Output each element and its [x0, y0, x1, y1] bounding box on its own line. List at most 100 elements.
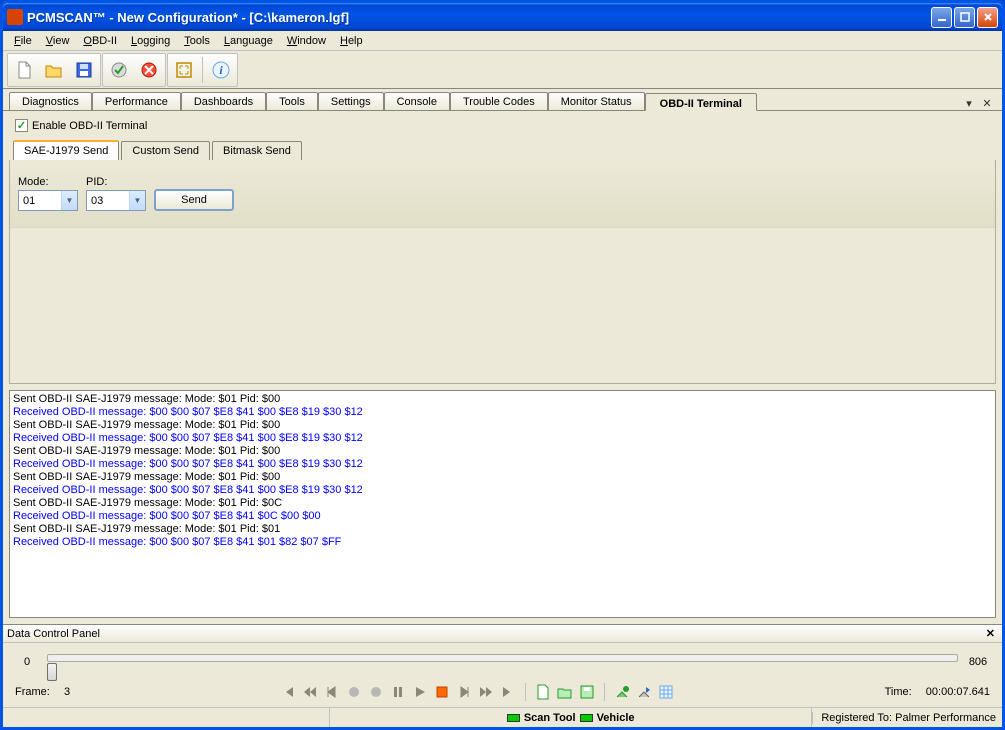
status-scan-tool: Scan Tool [524, 712, 576, 724]
enable-terminal-checkbox[interactable]: ✓ [15, 119, 28, 132]
tab-trouble-codes[interactable]: Trouble Codes [450, 92, 548, 110]
statusbar: Scan Tool Vehicle Registered To: Palmer … [3, 707, 1002, 727]
chevron-down-icon: ▼ [129, 191, 145, 210]
connect-button[interactable] [105, 56, 133, 84]
tab-dashboards[interactable]: Dashboards [181, 92, 266, 110]
time-label: Time: [885, 686, 912, 698]
menu-tools[interactable]: Tools [177, 33, 217, 49]
rewind-button[interactable] [301, 683, 319, 701]
slider-max: 806 [966, 656, 990, 668]
tab-diagnostics[interactable]: Diagnostics [9, 92, 92, 110]
tab-menu-button[interactable]: ▾ [962, 96, 976, 110]
log-received-line: Received OBD-II message: $00 $00 $07 $E8… [13, 510, 992, 523]
slider-min: 0 [15, 656, 39, 668]
add-marker-button[interactable] [613, 683, 631, 701]
log-received-line: Received OBD-II message: $00 $00 $07 $E8… [13, 432, 992, 445]
log-sent-line: Sent OBD-II SAE-J1979 message: Mode: $01… [13, 497, 992, 510]
log-sent-line: Sent OBD-II SAE-J1979 message: Mode: $01… [13, 471, 992, 484]
new-log-button[interactable] [534, 683, 552, 701]
info-button[interactable]: i [207, 56, 235, 84]
slider-thumb[interactable] [47, 663, 57, 681]
chevron-down-icon: ▼ [61, 191, 77, 210]
pid-combo[interactable]: 03 ▼ [86, 190, 146, 211]
app-window: PCMSCAN™ - New Configuration* - [C:\kame… [0, 0, 1005, 730]
scan-tool-led [507, 714, 520, 722]
send-subtabs: SAE-J1979 SendCustom SendBitmask Send [9, 138, 996, 160]
close-button[interactable] [977, 7, 998, 28]
status-vehicle: Vehicle [597, 712, 635, 724]
mode-combo[interactable]: 01 ▼ [18, 190, 78, 211]
tab-tools[interactable]: Tools [266, 92, 318, 110]
main-tabstrip: DiagnosticsPerformanceDashboardsToolsSet… [3, 89, 1002, 111]
step-fwd-button[interactable] [455, 683, 473, 701]
menu-logging[interactable]: Logging [124, 33, 177, 49]
log-received-line: Received OBD-II message: $00 $00 $07 $E8… [13, 406, 992, 419]
data-control-panel: Data Control Panel ✕ 0 806 Frame: 3 [3, 624, 1002, 707]
menu-view[interactable]: View [39, 33, 77, 49]
minimize-button[interactable] [931, 7, 952, 28]
log-sent-line: Sent OBD-II SAE-J1979 message: Mode: $01… [13, 445, 992, 458]
log-sent-line: Sent OBD-II SAE-J1979 message: Mode: $01… [13, 523, 992, 536]
toolbar: i [3, 51, 1002, 89]
tab-performance[interactable]: Performance [92, 92, 181, 110]
menu-obd-ii[interactable]: OBD-II [76, 33, 124, 49]
open-file-button[interactable] [40, 56, 68, 84]
vehicle-led [580, 714, 593, 722]
terminal-log[interactable]: Sent OBD-II SAE-J1979 message: Mode: $01… [9, 390, 996, 619]
menu-file[interactable]: File [7, 33, 39, 49]
disconnect-button[interactable] [135, 56, 163, 84]
terminal-panel: ✓ Enable OBD-II Terminal SAE-J1979 SendC… [3, 111, 1002, 624]
frame-slider[interactable] [47, 651, 958, 673]
menu-help[interactable]: Help [333, 33, 370, 49]
status-registered: Registered To: Palmer Performance [812, 712, 996, 724]
save-file-button[interactable] [70, 56, 98, 84]
grid-button[interactable] [657, 683, 675, 701]
fast-fwd-button[interactable] [477, 683, 495, 701]
subtab-sae-j1979-send[interactable]: SAE-J1979 Send [13, 140, 119, 161]
app-icon [7, 9, 23, 25]
frame-value: 3 [64, 686, 70, 698]
step-back-button[interactable] [323, 683, 341, 701]
log-received-line: Received OBD-II message: $00 $00 $07 $E8… [13, 484, 992, 497]
titlebar: PCMSCAN™ - New Configuration* - [C:\kame… [3, 3, 1002, 31]
log-sent-line: Sent OBD-II SAE-J1979 message: Mode: $01… [13, 419, 992, 432]
tab-obd-ii-terminal[interactable]: OBD-II Terminal [645, 93, 757, 111]
skip-end-button[interactable] [499, 683, 517, 701]
tab-monitor-status[interactable]: Monitor Status [548, 92, 645, 110]
dcp-title: Data Control Panel [7, 628, 100, 640]
record2-button[interactable] [367, 683, 385, 701]
window-title: PCMSCAN™ - New Configuration* - [C:\kame… [27, 10, 931, 25]
skip-start-button[interactable] [279, 683, 297, 701]
mode-value: 01 [23, 195, 35, 207]
maximize-button[interactable] [954, 7, 975, 28]
open-log-button[interactable] [556, 683, 574, 701]
subtab-custom-send[interactable]: Custom Send [121, 141, 210, 160]
menu-language[interactable]: Language [217, 33, 280, 49]
time-value: 00:00:07.641 [926, 686, 990, 698]
subtab-bitmask-send[interactable]: Bitmask Send [212, 141, 302, 160]
tab-console[interactable]: Console [384, 92, 450, 110]
log-received-line: Received OBD-II message: $00 $00 $07 $E8… [13, 536, 992, 549]
tab-settings[interactable]: Settings [318, 92, 384, 110]
send-panel: Mode: 01 ▼ PID: 03 ▼ Send [10, 160, 995, 228]
stop-button[interactable] [433, 683, 451, 701]
tab-close-button[interactable]: ✕ [980, 96, 994, 110]
menu-window[interactable]: Window [280, 33, 333, 49]
save-log-button[interactable] [578, 683, 596, 701]
new-file-button[interactable] [10, 56, 38, 84]
log-received-line: Received OBD-II message: $00 $00 $07 $E8… [13, 458, 992, 471]
send-button[interactable]: Send [154, 189, 234, 211]
export-button[interactable] [635, 683, 653, 701]
enable-terminal-label: Enable OBD-II Terminal [32, 120, 147, 132]
record-button[interactable] [345, 683, 363, 701]
pid-label: PID: [86, 176, 146, 188]
dcp-close-button[interactable]: ✕ [983, 627, 998, 640]
log-sent-line: Sent OBD-II SAE-J1979 message: Mode: $01… [13, 393, 992, 406]
fullscreen-button[interactable] [170, 56, 198, 84]
frame-label: Frame: [15, 686, 50, 698]
menubar: FileViewOBD-IILoggingToolsLanguageWindow… [3, 31, 1002, 51]
pid-value: 03 [91, 195, 103, 207]
pause-button[interactable] [389, 683, 407, 701]
play-button[interactable] [411, 683, 429, 701]
mode-label: Mode: [18, 176, 78, 188]
